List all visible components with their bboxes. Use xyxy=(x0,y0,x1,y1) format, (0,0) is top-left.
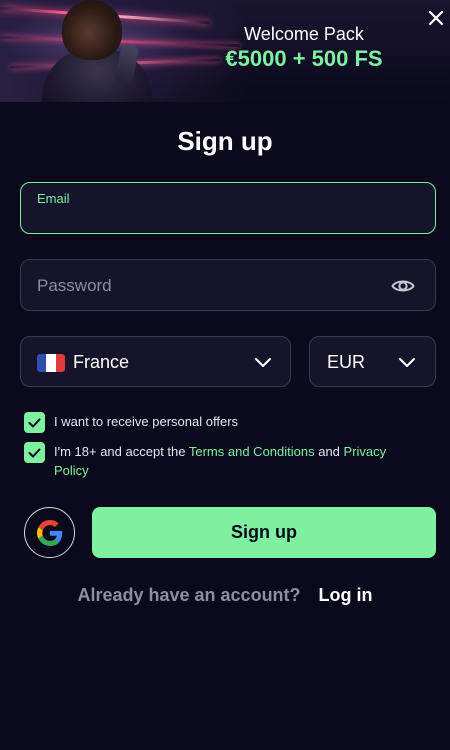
email-label: Email xyxy=(37,191,70,206)
password-field[interactable] xyxy=(20,259,436,311)
chevron-down-icon xyxy=(253,353,273,371)
email-input[interactable] xyxy=(37,207,417,229)
character-head xyxy=(62,0,122,60)
offers-consent-row: I want to receive personal offers xyxy=(24,412,238,433)
page-title: Sign up xyxy=(177,126,273,156)
currency-value: EUR xyxy=(327,352,366,372)
terms-prefix: I'm 18+ and accept the xyxy=(54,444,189,459)
terms-link[interactable]: Terms and Conditions xyxy=(189,444,315,459)
show-password-button[interactable] xyxy=(389,273,417,299)
eye-icon xyxy=(391,280,415,292)
banner-title: Welcome Pack xyxy=(244,24,364,44)
google-signin-button[interactable] xyxy=(24,507,75,558)
close-icon xyxy=(428,10,444,26)
check-icon xyxy=(28,418,41,427)
signup-modal: Welcome Pack €5000 + 500 FS Sign up Emai… xyxy=(0,0,450,750)
country-value: France xyxy=(73,352,130,372)
banner-offer: €5000 + 500 FS xyxy=(225,46,383,71)
login-prompt: Already have an account? Log in xyxy=(0,585,450,606)
terms-consent-row: I'm 18+ and accept the Terms and Conditi… xyxy=(24,442,404,480)
email-field[interactable]: Email xyxy=(20,182,436,234)
password-input[interactable] xyxy=(37,274,377,298)
welcome-banner: Welcome Pack €5000 + 500 FS xyxy=(0,0,450,102)
close-button[interactable] xyxy=(422,4,450,32)
terms-checkbox-label: I'm 18+ and accept the Terms and Conditi… xyxy=(54,442,404,480)
flag-france-icon xyxy=(37,354,65,372)
offers-checkbox[interactable] xyxy=(24,412,45,433)
country-select[interactable]: France xyxy=(20,336,291,387)
currency-select[interactable]: EUR xyxy=(309,336,436,387)
terms-checkbox[interactable] xyxy=(24,442,45,463)
chevron-down-icon xyxy=(397,353,417,371)
check-icon xyxy=(28,448,41,457)
login-question: Already have an account? xyxy=(77,585,301,605)
login-link[interactable]: Log in xyxy=(319,585,373,606)
offers-checkbox-label: I want to receive personal offers xyxy=(54,414,239,429)
signup-button[interactable]: Sign up xyxy=(92,507,436,558)
terms-middle: and xyxy=(314,444,344,459)
google-icon xyxy=(36,519,62,546)
